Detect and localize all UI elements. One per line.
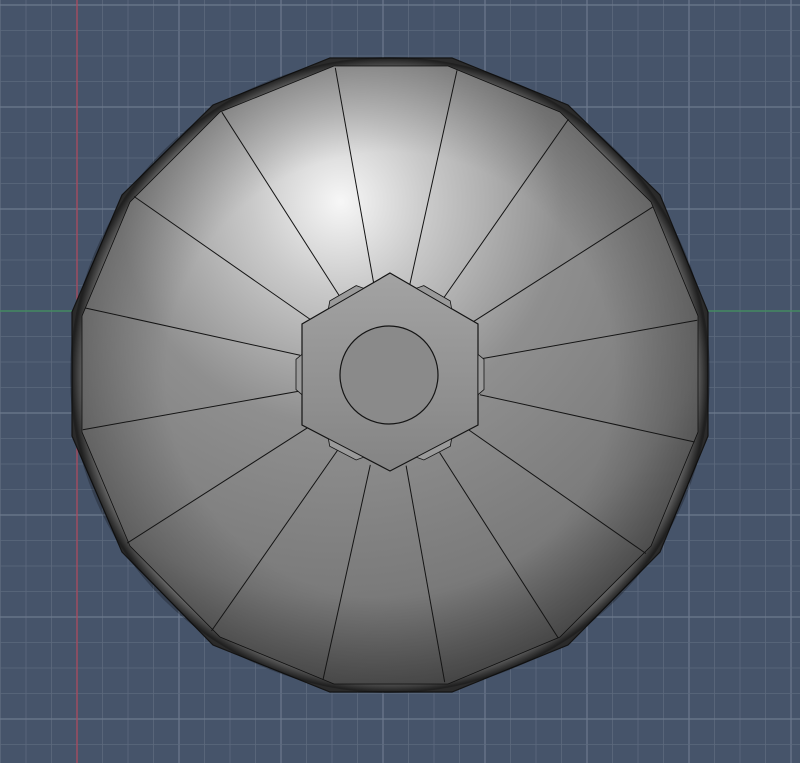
cad-viewport[interactable] xyxy=(0,0,800,763)
hex-chamfer-facet xyxy=(295,353,303,396)
center-bore[interactable] xyxy=(339,325,439,425)
viewport-scene[interactable] xyxy=(0,0,800,763)
cap-nut-model[interactable] xyxy=(70,57,710,693)
hex-chamfer-facet xyxy=(477,353,485,396)
